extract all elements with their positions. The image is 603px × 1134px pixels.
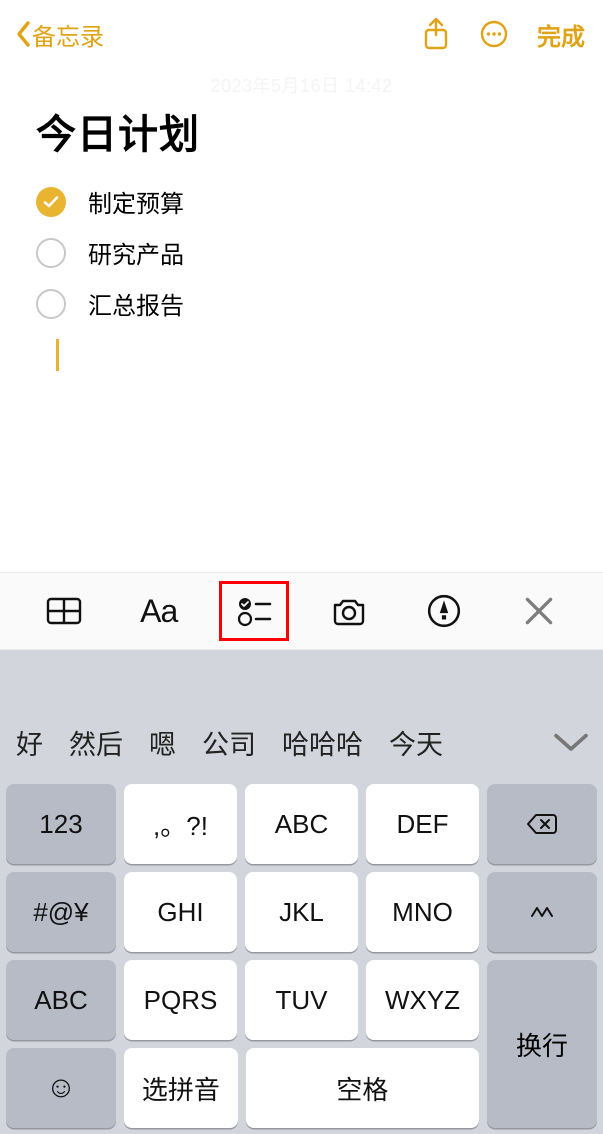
share-icon — [421, 17, 451, 51]
key-jkl[interactable]: JKL — [245, 872, 358, 952]
note-title: 今日计划 — [36, 102, 567, 160]
chevron-down-icon — [551, 729, 591, 756]
key-123[interactable]: 123 — [6, 784, 116, 864]
nav-bar: 备忘录 完成 — [0, 0, 603, 64]
pen-circle-icon — [426, 593, 462, 629]
back-label: 备忘录 — [32, 17, 104, 52]
key-backspace[interactable] — [487, 784, 597, 864]
key-def[interactable]: DEF — [366, 784, 479, 864]
suggestion-item[interactable]: 好 — [16, 723, 43, 762]
checklist-item[interactable]: 制定预算 — [36, 176, 567, 227]
checkbox-unchecked[interactable] — [36, 289, 66, 319]
close-icon — [521, 593, 557, 629]
key-symbols[interactable]: #@¥ — [6, 872, 116, 952]
checklist-text: 汇总报告 — [88, 286, 184, 321]
suggestion-item[interactable]: 然后 — [69, 723, 123, 762]
camera-icon — [331, 593, 367, 629]
suggestion-item[interactable]: 今天 — [389, 723, 443, 762]
done-button[interactable]: 完成 — [537, 17, 589, 52]
more-button[interactable] — [479, 17, 509, 51]
note-timestamp: 2023年5月16日 14:42 — [36, 64, 567, 98]
checklist-icon — [236, 593, 272, 629]
table-icon — [46, 593, 82, 629]
back-button[interactable]: 备忘录 — [14, 17, 104, 52]
checklist-text: 研究产品 — [88, 235, 184, 270]
checkbox-checked[interactable] — [36, 187, 66, 217]
caret-icon — [529, 902, 555, 922]
checklist-text: 制定预算 — [88, 184, 184, 219]
share-button[interactable] — [421, 17, 451, 51]
keyboard-spacer — [0, 650, 603, 706]
checkbox-unchecked[interactable] — [36, 238, 66, 268]
format-toolbar: Aa — [0, 572, 603, 650]
nav-actions: 完成 — [421, 17, 589, 52]
key-caret[interactable] — [487, 872, 597, 952]
suggestion-item[interactable]: 哈哈哈 — [282, 723, 363, 762]
suggestion-item[interactable]: 公司 — [202, 723, 256, 762]
dismiss-keyboard-button[interactable] — [504, 581, 574, 641]
table-button[interactable] — [29, 581, 99, 641]
key-mno[interactable]: MNO — [366, 872, 479, 952]
note-content[interactable]: 2023年5月16日 14:42 今日计划 制定预算 研究产品 汇总报告 — [0, 64, 603, 572]
key-space[interactable]: 空格 — [246, 1048, 479, 1128]
checklist-item[interactable]: 研究产品 — [36, 227, 567, 278]
checklist-item[interactable]: 汇总报告 — [36, 278, 567, 329]
camera-button[interactable] — [314, 581, 384, 641]
suggestion-item[interactable]: 嗯 — [149, 723, 176, 762]
text-cursor — [56, 339, 59, 371]
text-format-button[interactable]: Aa — [124, 581, 194, 641]
suggestion-expand-button[interactable] — [551, 724, 591, 760]
key-enter[interactable]: 换行 — [487, 960, 597, 1128]
checklist-button[interactable] — [219, 581, 289, 641]
key-emoji[interactable]: ☺ — [6, 1048, 116, 1128]
backspace-icon — [526, 812, 558, 836]
markup-button[interactable] — [409, 581, 479, 641]
key-abc[interactable]: ABC — [245, 784, 358, 864]
ellipsis-circle-icon — [479, 19, 509, 49]
suggestion-bar: 好 然后 嗯 公司 哈哈哈 今天 — [0, 706, 603, 778]
key-punct[interactable]: ,。?! — [124, 784, 237, 864]
keyboard: 123 ,。?! ABC DEF #@¥ GHI JKL MNO ABC PQR… — [0, 778, 603, 1134]
chevron-left-icon — [14, 20, 32, 48]
key-ghi[interactable]: GHI — [124, 872, 237, 952]
checkmark-icon — [42, 193, 60, 211]
key-pinyin[interactable]: 选拼音 — [124, 1048, 238, 1128]
